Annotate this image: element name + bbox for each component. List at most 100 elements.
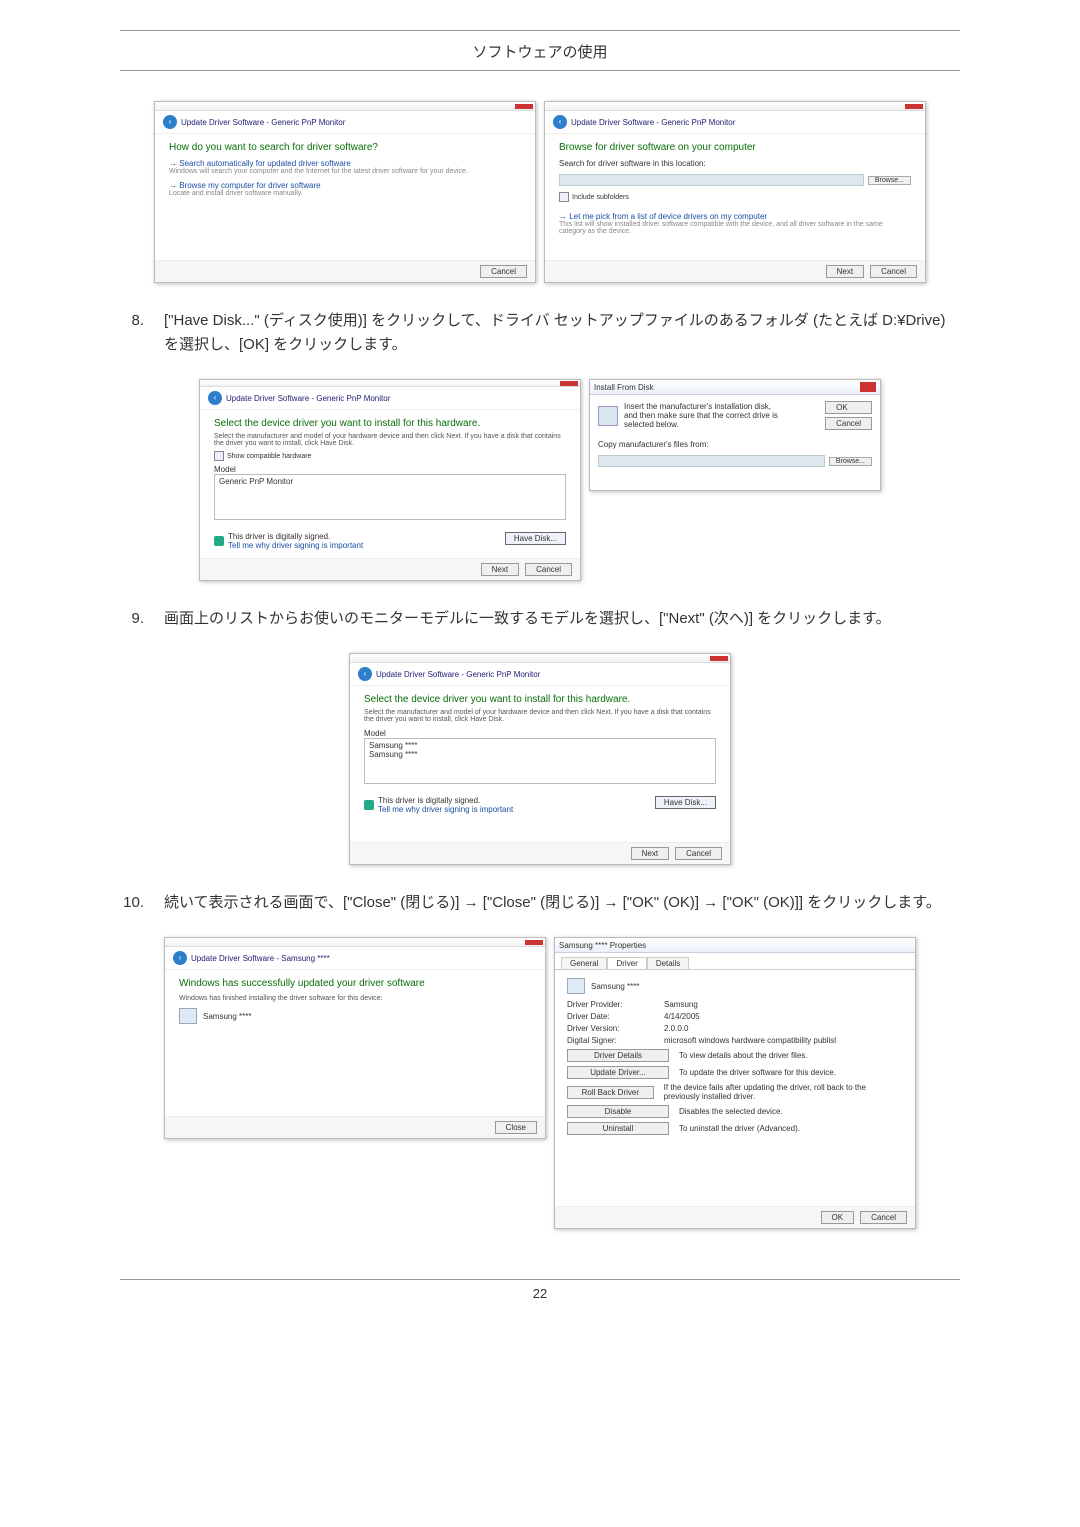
close-icon (860, 382, 876, 392)
cancel-button[interactable]: Cancel (525, 563, 572, 576)
label: Driver Version: (567, 1024, 652, 1033)
subtext: Select the manufacturer and model of you… (364, 709, 716, 723)
cancel-button[interactable]: Cancel (870, 265, 917, 278)
value: microsoft windows hardware compatibility… (664, 1036, 836, 1045)
list-item[interactable]: Generic PnP Monitor (219, 477, 561, 486)
ok-button[interactable]: OK (821, 1211, 855, 1224)
tab-driver[interactable]: Driver (607, 957, 646, 969)
monitor-icon (567, 978, 585, 994)
close-icon (710, 656, 728, 661)
label: Digital Signer: (567, 1036, 652, 1045)
next-button[interactable]: Next (481, 563, 519, 576)
desc: If the device fails after updating the d… (664, 1083, 903, 1101)
desc: To view details about the driver files. (679, 1051, 808, 1060)
browse-driver-window: ‹ Update Driver Software - Generic PnP M… (544, 101, 926, 283)
step-number: 10. (120, 891, 144, 915)
show-compatible-checkbox[interactable] (214, 451, 224, 461)
have-disk-button[interactable]: Have Disk... (505, 532, 566, 545)
update-driver-button[interactable]: Update Driver... (567, 1066, 669, 1079)
column-header: Model (214, 465, 566, 474)
device-name: Samsung **** (591, 982, 639, 991)
roll-back-button[interactable]: Roll Back Driver (567, 1086, 654, 1099)
step-text: 続いて表示される画面で、["Close" (閉じる)] → ["Close" (… (164, 891, 960, 915)
screenshot-pair-2: ‹ Update Driver Software - Generic PnP M… (120, 379, 960, 581)
monitor-icon (179, 1008, 197, 1024)
list-item[interactable]: Samsung **** (369, 741, 711, 750)
option-label: Search automatically for updated driver … (179, 159, 351, 168)
option-sub: This list will show installed driver sof… (559, 221, 911, 235)
label: Driver Date: (567, 1012, 652, 1021)
signed-label: This driver is digitally signed. (378, 796, 513, 805)
back-icon: ‹ (553, 115, 567, 129)
model-list[interactable]: Generic PnP Monitor (214, 474, 566, 520)
option-sub: Windows will search your computer and th… (169, 168, 521, 175)
list-item[interactable]: Samsung **** (369, 750, 711, 759)
ok-button[interactable]: OK (825, 401, 872, 414)
column-header: Model (364, 729, 716, 738)
copy-from-input[interactable] (598, 455, 825, 467)
label: Search for driver software in this locat… (559, 159, 911, 168)
close-icon (905, 104, 923, 109)
checkbox-label: Include subfolders (572, 194, 629, 201)
step-number: 8. (120, 309, 144, 357)
disable-button[interactable]: Disable (567, 1105, 669, 1118)
subtext: Windows has finished installing the driv… (179, 995, 531, 1002)
message: Insert the manufacturer's installation d… (624, 402, 784, 429)
copy-label: Copy manufacturer's files from: (598, 440, 872, 449)
signing-link[interactable]: Tell me why driver signing is important (228, 541, 363, 550)
tab-details[interactable]: Details (647, 957, 689, 969)
signed-label: This driver is digitally signed. (228, 532, 363, 541)
desc: To uninstall the driver (Advanced). (679, 1124, 800, 1133)
step-8: 8. ["Have Disk..." (ディスク使用)] をクリックして、ドライ… (120, 309, 960, 357)
screenshot-3: ‹ Update Driver Software - Generic PnP M… (120, 653, 960, 865)
browse-button[interactable]: Browse... (868, 176, 911, 185)
signing-link[interactable]: Tell me why driver signing is important (378, 805, 513, 814)
update-driver-search-window: ‹ Update Driver Software - Generic PnP M… (154, 101, 536, 283)
window-title: Update Driver Software - Generic PnP Mon… (226, 394, 390, 403)
close-button[interactable]: Close (495, 1121, 537, 1134)
page-title: ソフトウェアの使用 (120, 35, 960, 71)
screenshot-pair-4: ‹ Update Driver Software - Samsung **** … (120, 937, 960, 1229)
step-text: ["Have Disk..." (ディスク使用)] をクリックして、ドライバ セ… (164, 309, 960, 357)
uninstall-button[interactable]: Uninstall (567, 1122, 669, 1135)
window-title: Update Driver Software - Generic PnP Mon… (571, 118, 735, 127)
model-list[interactable]: Samsung **** Samsung **** (364, 738, 716, 784)
browse-button[interactable]: Browse... (829, 457, 872, 466)
cancel-button[interactable]: Cancel (675, 847, 722, 860)
select-driver-window: ‹ Update Driver Software - Generic PnP M… (199, 379, 581, 581)
cancel-button[interactable]: Cancel (825, 417, 872, 430)
page-number: 22 (120, 1279, 960, 1301)
step-text: 画面上のリストからお使いのモニターモデルに一致するモデルを選択し、["Next"… (164, 607, 960, 631)
have-disk-button[interactable]: Have Disk... (655, 796, 716, 809)
tab-general[interactable]: General (561, 957, 607, 969)
subtext: Select the manufacturer and model of you… (214, 433, 566, 447)
option-pick-list[interactable]: → Let me pick from a list of device driv… (559, 212, 911, 221)
window-title: Install From Disk (594, 383, 654, 392)
option-sub: Locate and install driver software manua… (169, 190, 521, 197)
step-number: 9. (120, 607, 144, 631)
shield-icon (364, 800, 374, 810)
option-label: Browse my computer for driver software (179, 181, 320, 190)
option-search-auto[interactable]: → Search automatically for updated drive… (169, 159, 521, 168)
back-icon: ‹ (173, 951, 187, 965)
option-browse[interactable]: → Browse my computer for driver software (169, 181, 521, 190)
heading: Select the device driver you want to ins… (364, 694, 716, 705)
driver-details-button[interactable]: Driver Details (567, 1049, 669, 1062)
include-subfolders-checkbox[interactable] (559, 192, 569, 202)
window-title: Samsung **** Properties (559, 941, 646, 950)
close-icon (515, 104, 533, 109)
properties-window: Samsung **** Properties General Driver D… (554, 937, 916, 1229)
next-button[interactable]: Next (826, 265, 864, 278)
cancel-button[interactable]: Cancel (480, 265, 527, 278)
step-10: 10. 続いて表示される画面で、["Close" (閉じる)] → ["Clos… (120, 891, 960, 915)
next-button[interactable]: Next (631, 847, 669, 860)
close-icon (560, 381, 578, 386)
checkbox-label: Show compatible hardware (227, 453, 311, 460)
device-name: Samsung **** (203, 1012, 251, 1021)
cancel-button[interactable]: Cancel (860, 1211, 907, 1224)
driver-updated-window: ‹ Update Driver Software - Samsung **** … (164, 937, 546, 1139)
disk-icon (598, 406, 618, 426)
value: 2.0.0.0 (664, 1024, 688, 1033)
path-input[interactable] (559, 174, 864, 186)
desc: To update the driver software for this d… (679, 1068, 836, 1077)
